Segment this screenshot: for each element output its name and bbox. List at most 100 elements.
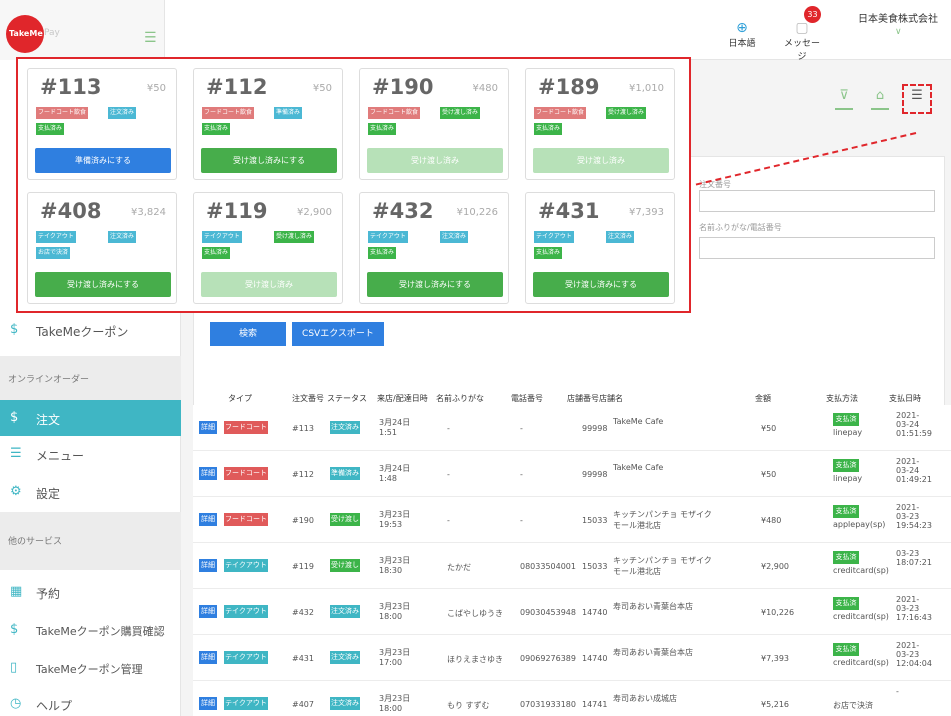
order-number: #431 bbox=[292, 654, 314, 663]
order-card[interactable]: #113 ¥50 フードコート飲食 注文済み 支払済み 準備済みにする bbox=[27, 68, 177, 180]
paid-at: 2021-03-24 01:49:21 bbox=[896, 457, 932, 484]
payment-method: creditcard(sp) bbox=[833, 612, 889, 621]
csv-export-button[interactable]: CSVエクスポート bbox=[292, 322, 384, 346]
card-order-number: #119 bbox=[206, 199, 268, 223]
card-tag: 支払済み bbox=[534, 247, 563, 259]
card-view-icon[interactable]: ⌂ bbox=[871, 87, 889, 105]
detail-button[interactable]: 詳細 bbox=[199, 467, 217, 480]
sidebar-item-help[interactable]: ◷ ヘルプ bbox=[0, 686, 181, 716]
card-tag: 支払済み bbox=[368, 123, 397, 135]
status-badge: 受け渡し済み bbox=[330, 559, 360, 582]
card-order-number: #113 bbox=[40, 75, 102, 99]
col-paid-at: 支払日時 bbox=[889, 394, 921, 403]
table-row: 詳細 テイクアウト #432 注文済み 3月23日 18:00 こばやしゆうき 090304… bbox=[193, 589, 951, 635]
col-amount: 金額 bbox=[755, 394, 771, 403]
status-badge: 注文済み bbox=[330, 605, 360, 618]
sidebar-item-label: ヘルプ bbox=[36, 699, 73, 713]
sidebar-item-takeme-coupon[interactable]: $ TakeMeクーポン bbox=[0, 312, 181, 348]
card-order-number: #189 bbox=[538, 75, 600, 99]
card-tag: お店で決済 bbox=[36, 247, 71, 259]
payment-status-badge: 支払済み bbox=[833, 597, 859, 620]
card-amount: ¥7,393 bbox=[629, 207, 664, 218]
detail-button[interactable]: 詳細 bbox=[199, 513, 217, 526]
sidebar-item-label: TakeMeクーポン管理 bbox=[36, 663, 143, 676]
paid-at: 2021-03-23 12:04:04 bbox=[896, 641, 932, 668]
detail-button[interactable]: 詳細 bbox=[199, 651, 217, 664]
sidebar-item-reservations[interactable]: ▦ 予約 bbox=[0, 574, 181, 610]
sidebar-item-orders[interactable]: $ 注文 bbox=[0, 400, 181, 436]
col-payment-method: 支払方法 bbox=[826, 394, 858, 403]
order-number: #112 bbox=[292, 470, 314, 479]
card-amount: ¥1,010 bbox=[629, 83, 664, 94]
amount: ¥5,216 bbox=[761, 700, 789, 709]
payment-method: linepay bbox=[833, 474, 863, 483]
card-tag: フードコート飲食 bbox=[36, 107, 89, 119]
logo[interactable]: TakeMe bbox=[6, 15, 44, 53]
sidebar-item-coupon-management[interactable]: ▯ TakeMeクーポン管理 bbox=[0, 650, 181, 686]
store-number: 14740 bbox=[582, 608, 608, 617]
customer-name: - bbox=[447, 516, 450, 525]
card-amount: ¥2,900 bbox=[297, 207, 332, 218]
messages-button[interactable]: ▢ 33 メッセージ bbox=[780, 6, 824, 62]
card-action-button[interactable]: 受け渡し済み bbox=[201, 272, 337, 297]
order-number: #119 bbox=[292, 562, 314, 571]
payment-method: お店で決済 bbox=[833, 701, 873, 710]
detail-button[interactable]: 詳細 bbox=[199, 697, 217, 710]
order-card[interactable]: #189 ¥1,010 フードコート飲食 受け渡し済み 支払済み 受け渡し済み bbox=[525, 68, 675, 180]
detail-button[interactable]: 詳細 bbox=[199, 559, 217, 572]
order-card[interactable]: #190 ¥480 フードコート飲食 受け渡し済み 支払済み 受け渡し済み bbox=[359, 68, 509, 180]
list-icon: ☰ bbox=[10, 446, 22, 461]
table-row: 詳細 テイクアウト #431 注文済み 3月23日 17:00 ほりえまさゆき 090692… bbox=[193, 635, 951, 681]
detail-button[interactable]: 詳細 bbox=[199, 421, 217, 434]
store-name: 寿司あおい成城店 bbox=[613, 694, 677, 703]
chevron-down-icon[interactable]: ∨ bbox=[895, 27, 902, 37]
phone-number: - bbox=[520, 424, 523, 433]
order-card[interactable]: #112 ¥50 フードコート飲食 準備済み 支払済み 受け渡し済みにする bbox=[193, 68, 343, 180]
sidebar-item-settings[interactable]: ⚙ 設定 bbox=[0, 474, 181, 510]
company-name[interactable]: 日本美食株式会社 bbox=[858, 10, 938, 25]
payment-status-badge: 支払済み bbox=[833, 505, 859, 528]
detail-button[interactable]: 詳細 bbox=[199, 605, 217, 618]
sidebar-item-menu[interactable]: ☰ メニュー bbox=[0, 436, 181, 472]
sidebar-item-coupon-purchase[interactable]: $ TakeMeクーポン購買確認 bbox=[0, 612, 181, 648]
sidebar-section-online-order: オンラインオーダー bbox=[0, 356, 181, 400]
card-order-number: #190 bbox=[372, 75, 434, 99]
col-type: タイプ bbox=[228, 394, 252, 403]
table-row: 詳細 テイクアウト #407 注文済み 3月23日 18:00 もり すずむ 0703193… bbox=[193, 681, 951, 716]
card-tag: 受け渡し済み bbox=[274, 231, 315, 243]
paid-at: 2021-03-23 17:16:43 bbox=[896, 595, 932, 622]
type-badge: フードコート飲食 bbox=[224, 467, 268, 490]
order-card[interactable]: #408 ¥3,824 テイクアウト 注文済み お店で決済 受け渡し済みにする bbox=[27, 192, 177, 304]
card-action-button[interactable]: 受け渡し済みにする bbox=[35, 272, 171, 297]
order-datetime: 3月23日 17:00 bbox=[379, 648, 411, 667]
order-card[interactable]: #432 ¥10,226 テイクアウト 注文済み 支払済み 受け渡し済みにする bbox=[359, 192, 509, 304]
card-action-button[interactable]: 受け渡し済みにする bbox=[367, 272, 503, 297]
store-name: 寿司あおい青葉台本店 bbox=[613, 602, 693, 611]
card-action-button[interactable]: 受け渡し済みにする bbox=[533, 272, 669, 297]
card-action-button[interactable]: 受け渡し済み bbox=[533, 148, 669, 173]
sidebar-item-label: 注文 bbox=[36, 413, 61, 427]
order-card[interactable]: #431 ¥7,393 テイクアウト 注文済み 支払済み 受け渡し済みにする bbox=[525, 192, 675, 304]
col-datetime: 来店/配達日時 bbox=[377, 394, 428, 403]
language-button[interactable]: ⊕ 日本語 bbox=[727, 20, 757, 49]
store-name: 寿司あおい青葉台本店 bbox=[613, 648, 693, 657]
search-button[interactable]: 検索 bbox=[210, 322, 286, 346]
filter-icon[interactable]: ⊽ bbox=[835, 87, 853, 105]
col-name: 名前ふりがな bbox=[436, 394, 484, 403]
paid-at: 2021-03-23 19:54:23 bbox=[896, 503, 932, 530]
card-tag: 注文済み bbox=[108, 231, 137, 243]
card-tag: テイクアウト bbox=[368, 231, 408, 243]
customer-name: ほりえまさゆき bbox=[447, 655, 503, 664]
card-view-overlay: #113 ¥50 フードコート飲食 注文済み 支払済み 準備済みにする #112 ¥50 フード… bbox=[16, 57, 691, 313]
status-badge: 注文済み bbox=[330, 651, 360, 664]
payment-status-badge: 支払済み bbox=[833, 551, 859, 574]
menu-toggle-icon[interactable]: ☰ bbox=[144, 30, 157, 46]
status-badge: 注文済み bbox=[330, 421, 360, 434]
card-action-button[interactable]: 準備済みにする bbox=[35, 148, 171, 173]
sidebar-item-label: 設定 bbox=[36, 487, 61, 501]
card-action-button[interactable]: 受け渡し済み bbox=[367, 148, 503, 173]
card-tag: テイクアウト bbox=[202, 231, 242, 243]
sidebar-item-label: TakeMeクーポン bbox=[36, 325, 129, 339]
card-action-button[interactable]: 受け渡し済みにする bbox=[201, 148, 337, 173]
order-card[interactable]: #119 ¥2,900 テイクアウト 受け渡し済み 支払済み 受け渡し済み bbox=[193, 192, 343, 304]
